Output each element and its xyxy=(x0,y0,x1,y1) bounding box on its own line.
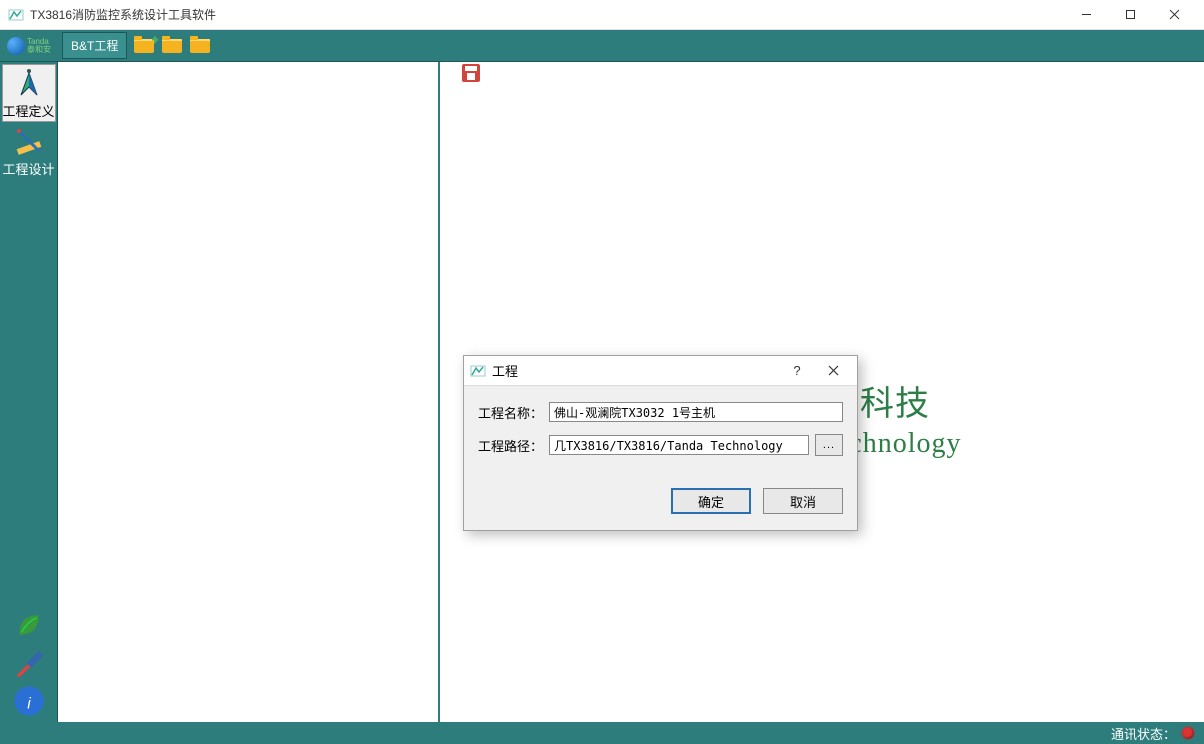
brand-logo: Tanda泰和安 xyxy=(4,33,56,59)
sidebar-item-define[interactable]: 工程定义 xyxy=(2,64,56,122)
close-button[interactable] xyxy=(1152,1,1196,29)
window-controls xyxy=(1064,1,1196,29)
folder-arrow-icon xyxy=(190,39,210,53)
cancel-button[interactable]: 取消 xyxy=(763,488,843,514)
browse-button[interactable]: ... xyxy=(815,434,843,456)
project-name-row: 工程名称： xyxy=(478,402,843,422)
left-sidebar: 工程定义 工程设计 i xyxy=(0,62,58,722)
compass-icon xyxy=(13,67,45,99)
project-dialog: 工程 ? 工程名称： 工程路径： ... xyxy=(463,355,858,531)
sidebar-item-label: 工程设计 xyxy=(2,159,54,178)
menu-project[interactable]: B&T工程 xyxy=(62,32,127,59)
comm-status-indicator xyxy=(1182,727,1194,739)
sidebar-item-design[interactable]: 工程设计 xyxy=(2,122,56,180)
ruler-pencil-icon xyxy=(13,125,45,157)
window-title: TX3816消防监控系统设计工具软件 xyxy=(30,6,1064,23)
dialog-body: 工程名称： 工程路径： ... xyxy=(464,386,857,482)
new-folder-button[interactable] xyxy=(133,36,155,56)
brand-text: Tanda泰和安 xyxy=(27,38,51,54)
ok-button[interactable]: 确定 xyxy=(671,488,751,514)
svg-text:i: i xyxy=(27,695,31,712)
window-titlebar: TX3816消防监控系统设计工具软件 xyxy=(0,0,1204,30)
dialog-titlebar: 工程 ? xyxy=(464,356,857,386)
project-path-row: 工程路径： ... xyxy=(478,434,843,456)
content-area: 和安科技 la Technology 工程 ? xyxy=(58,62,1204,722)
leaf-button[interactable] xyxy=(12,608,46,642)
main-area: 工程定义 工程设计 i 和安科技 la Technology xyxy=(0,62,1204,722)
top-toolbar: Tanda泰和安 B&T工程 xyxy=(0,30,1204,62)
globe-icon xyxy=(7,37,25,55)
import-folder-button[interactable] xyxy=(189,36,211,56)
project-name-label: 工程名称： xyxy=(478,403,543,422)
status-right: 通讯状态： xyxy=(1111,724,1194,743)
status-bar: 通讯状态： xyxy=(0,722,1204,744)
leaf-icon xyxy=(12,608,46,642)
folder-icon xyxy=(162,39,182,53)
info-icon: i xyxy=(12,684,46,718)
dialog-help-button[interactable]: ? xyxy=(779,358,815,384)
comm-status-label: 通讯状态： xyxy=(1111,724,1176,743)
dialog-close-button[interactable] xyxy=(815,358,851,384)
close-icon xyxy=(828,365,839,376)
dialog-overlay: 工程 ? 工程名称： 工程路径： ... xyxy=(58,62,1204,722)
sidebar-item-label: 工程定义 xyxy=(3,101,55,120)
project-path-label: 工程路径： xyxy=(478,436,543,455)
dialog-button-row: 确定 取消 xyxy=(464,482,857,530)
screwdriver-wrench-icon xyxy=(12,646,46,680)
project-path-input[interactable] xyxy=(549,435,809,455)
tools-button[interactable] xyxy=(12,646,46,680)
info-button[interactable]: i xyxy=(12,684,46,718)
open-folder-button[interactable] xyxy=(161,36,183,56)
dialog-title: 工程 xyxy=(492,361,779,380)
app-icon xyxy=(8,8,24,22)
project-name-input[interactable] xyxy=(549,402,843,422)
folder-plus-icon xyxy=(134,39,154,53)
maximize-button[interactable] xyxy=(1108,1,1152,29)
dialog-app-icon xyxy=(470,364,486,378)
minimize-button[interactable] xyxy=(1064,1,1108,29)
